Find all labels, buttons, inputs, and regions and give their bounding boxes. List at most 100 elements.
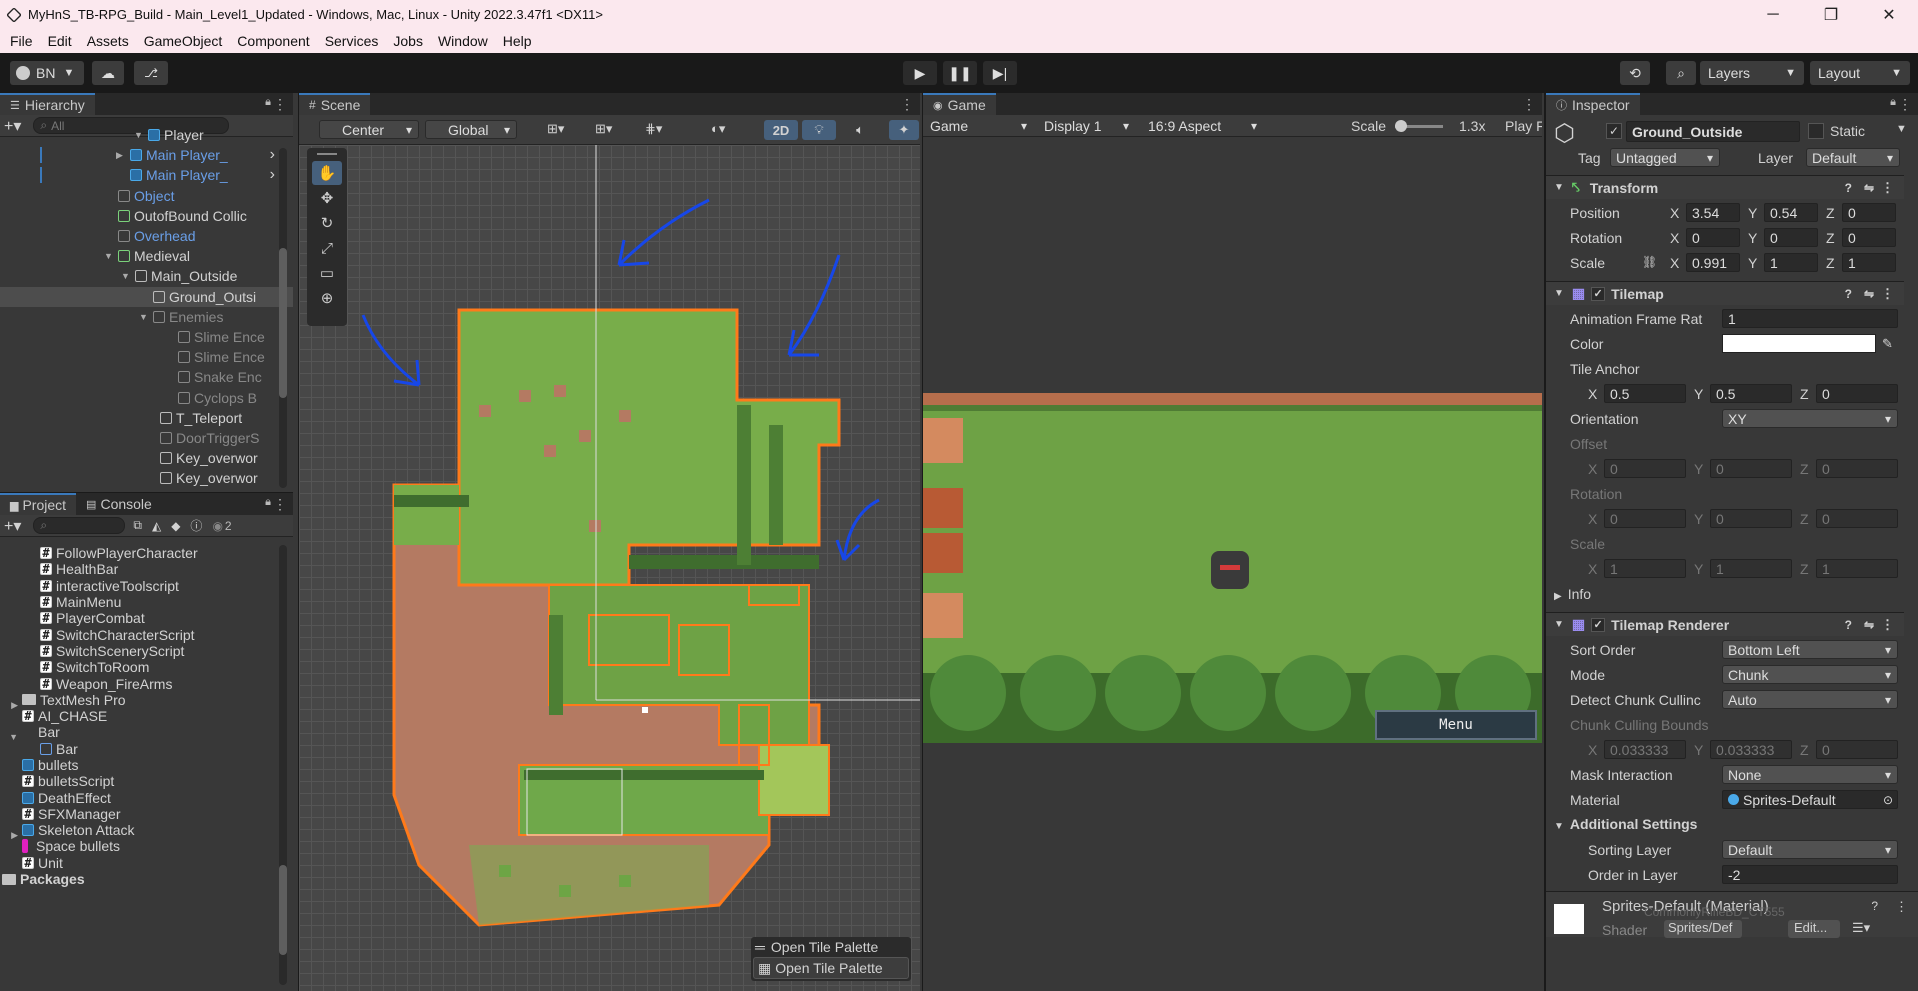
lighting-toggle-icon[interactable]: 💡︎ (802, 120, 836, 140)
add-icon[interactable]: +▾ (4, 516, 21, 536)
play-button[interactable]: ▶ (903, 61, 937, 85)
tag-dropdown[interactable]: Untagged (1610, 148, 1720, 167)
tab-console[interactable]: ▤ Console (76, 493, 162, 515)
order-in-layer-input[interactable]: -2 (1722, 865, 1898, 884)
menu-assets[interactable]: Assets (87, 33, 129, 49)
foldout-icon[interactable]: ▼ (139, 312, 153, 322)
drag-handle[interactable] (317, 153, 337, 155)
tab-hierarchy[interactable]: ☰ Hierarchy (0, 93, 95, 115)
project-row[interactable]: # Unit (0, 855, 293, 871)
anchor-z-input[interactable]: 0 (1816, 384, 1898, 403)
hierarchy-row[interactable]: Cyclops B (0, 387, 293, 407)
shader-list-icon[interactable]: ☰▾ (1852, 920, 1870, 936)
foldout-icon[interactable]: ▶ (11, 700, 18, 711)
scale-z-input[interactable]: 1 (1842, 253, 1896, 272)
rotation-x-input[interactable]: 0 (1686, 228, 1740, 247)
orientation-dropdown[interactable]: XY (1722, 409, 1898, 428)
project-row[interactable]: Bar (0, 741, 293, 757)
kebab-menu-icon[interactable]: ⋮ (1881, 617, 1894, 633)
label-icon[interactable]: ◆ (171, 519, 180, 533)
snap-icon[interactable]: ⊞▾ (547, 121, 564, 137)
scale-x-input[interactable]: 0.991 (1686, 253, 1740, 272)
preset-icon[interactable]: ⇋ (1864, 287, 1874, 301)
tab-scene[interactable]: # Scene (299, 93, 371, 115)
layers-dropdown[interactable]: Layers ▼ (1700, 61, 1804, 85)
project-scrollbar[interactable] (279, 545, 287, 985)
hierarchy-row[interactable]: Overhead (0, 226, 293, 246)
sorting-layer-dropdown[interactable]: Default (1722, 840, 1898, 859)
project-row[interactable]: # AI_CHASE (0, 708, 293, 724)
active-checkbox[interactable]: ✓ (1606, 123, 1622, 139)
pivot-dropdown[interactable]: Center (319, 120, 419, 139)
project-row[interactable]: ▶ TextMesh Pro (0, 692, 293, 711)
scale-tool-icon[interactable]: ⤢ (312, 236, 342, 260)
hierarchy-row[interactable]: DoorTriggerS (0, 428, 293, 448)
object-name-input[interactable]: Ground_Outside (1626, 121, 1800, 142)
kebab-menu-icon[interactable]: ⋮ (273, 96, 287, 113)
display-dropdown[interactable]: Display 1 (1039, 116, 1135, 135)
search-button[interactable]: ⌕ (1666, 61, 1696, 85)
eyedropper-icon[interactable]: ✎ (1882, 336, 1893, 352)
menu-help[interactable]: Help (503, 33, 532, 49)
project-row[interactable]: # SwitchToRoom (0, 659, 293, 675)
foldout-icon[interactable]: ▼ (9, 732, 18, 742)
project-row[interactable]: Space bullets (0, 838, 293, 854)
project-row[interactable]: ▶ Skeleton Attack (0, 822, 293, 840)
hierarchy-row[interactable]: ▼ Main_Outside (0, 266, 293, 286)
scale-slider-thumb[interactable] (1395, 120, 1407, 132)
transform-header[interactable]: ▼ ⤣ Transform ? ⇋ ⋮ (1546, 175, 1904, 199)
help-icon[interactable]: ? (1871, 899, 1878, 913)
project-row[interactable]: # bulletsScript (0, 773, 293, 789)
history-button[interactable]: ⟲ (1620, 61, 1650, 85)
tab-game[interactable]: ◉ Game (923, 93, 996, 115)
cloud-button[interactable]: ☁ (92, 61, 124, 85)
static-dropdown-icon[interactable]: ▼ (1896, 123, 1907, 135)
position-z-input[interactable]: 0 (1842, 203, 1896, 222)
hierarchy-scrollbar[interactable] (279, 148, 287, 488)
hierarchy-scroll-thumb[interactable] (279, 248, 287, 398)
project-row[interactable]: # HealthBar (0, 561, 293, 577)
project-row[interactable]: # Weapon_FireArms (0, 675, 293, 692)
shader-edit-button[interactable]: Edit... (1788, 920, 1840, 938)
sort-order-dropdown[interactable]: Bottom Left (1722, 640, 1898, 659)
menu-component[interactable]: Component (237, 33, 309, 49)
project-row[interactable]: bullets (0, 757, 293, 773)
hierarchy-row[interactable]: ▶ Main Player_ › (0, 145, 293, 165)
menu-services[interactable]: Services (325, 33, 379, 49)
tab-project[interactable]: ▆ Project (0, 493, 77, 515)
constrain-proportions-icon[interactable]: ⛓ (1642, 255, 1657, 269)
rotate-tool-icon[interactable]: ↻ (312, 211, 342, 235)
renderer-checkbox[interactable]: ✓ (1591, 617, 1606, 632)
lock-icon[interactable]: 🔒︎ (265, 496, 271, 509)
chevron-right-icon[interactable]: › (270, 166, 275, 184)
toggle-2d-button[interactable]: 2D (764, 120, 798, 140)
space-dropdown[interactable]: Global (425, 120, 517, 139)
project-row[interactable]: # SwitchSceneryScript (0, 643, 293, 659)
step-button[interactable]: ▶| (983, 61, 1017, 85)
foldout-icon[interactable]: ▶ (116, 150, 130, 161)
tilemap-renderer-header[interactable]: ▼ ▦ ✓ Tilemap Renderer ? ⇋ ⋮ (1546, 612, 1904, 636)
lock-icon[interactable]: 🔒︎ (265, 96, 271, 109)
preset-icon[interactable]: ⇋ (1864, 181, 1874, 195)
effects-toggle-icon[interactable]: ✦ (889, 120, 919, 140)
kebab-menu-icon[interactable]: ⋮ (900, 96, 914, 113)
position-x-input[interactable]: 3.54 (1686, 203, 1740, 222)
foldout-icon[interactable]: ▼ (104, 251, 118, 261)
menu-gameobject[interactable]: GameObject (144, 33, 223, 49)
kebab-menu-icon[interactable]: ⋮ (1895, 899, 1908, 915)
foldout-icon[interactable]: ▼ (121, 271, 135, 281)
lock-icon[interactable]: 🔒︎ (1890, 96, 1896, 109)
grid-visibility-icon[interactable]: ⋕▾ (645, 121, 662, 137)
tab-inspector[interactable]: ⓘ Inspector (1546, 93, 1640, 115)
filter-icon[interactable]: ◭ (152, 519, 161, 533)
project-search-input[interactable]: ⌕ (33, 517, 126, 534)
mode-dropdown[interactable]: Chunk (1722, 665, 1898, 684)
material-field[interactable]: Sprites-Default ⊙ (1722, 790, 1898, 809)
draw-mode-icon[interactable]: ◐▾ (711, 121, 725, 137)
help-icon[interactable]: ? (1845, 181, 1852, 195)
open-tile-palette-button[interactable]: ▦ Open Tile Palette (753, 957, 909, 979)
project-row[interactable]: # PlayerCombat (0, 610, 293, 626)
warning-icon[interactable]: ⓘ (190, 517, 202, 534)
pause-button[interactable]: ❚❚ (943, 61, 977, 85)
hierarchy-row[interactable]: Object (0, 186, 293, 206)
